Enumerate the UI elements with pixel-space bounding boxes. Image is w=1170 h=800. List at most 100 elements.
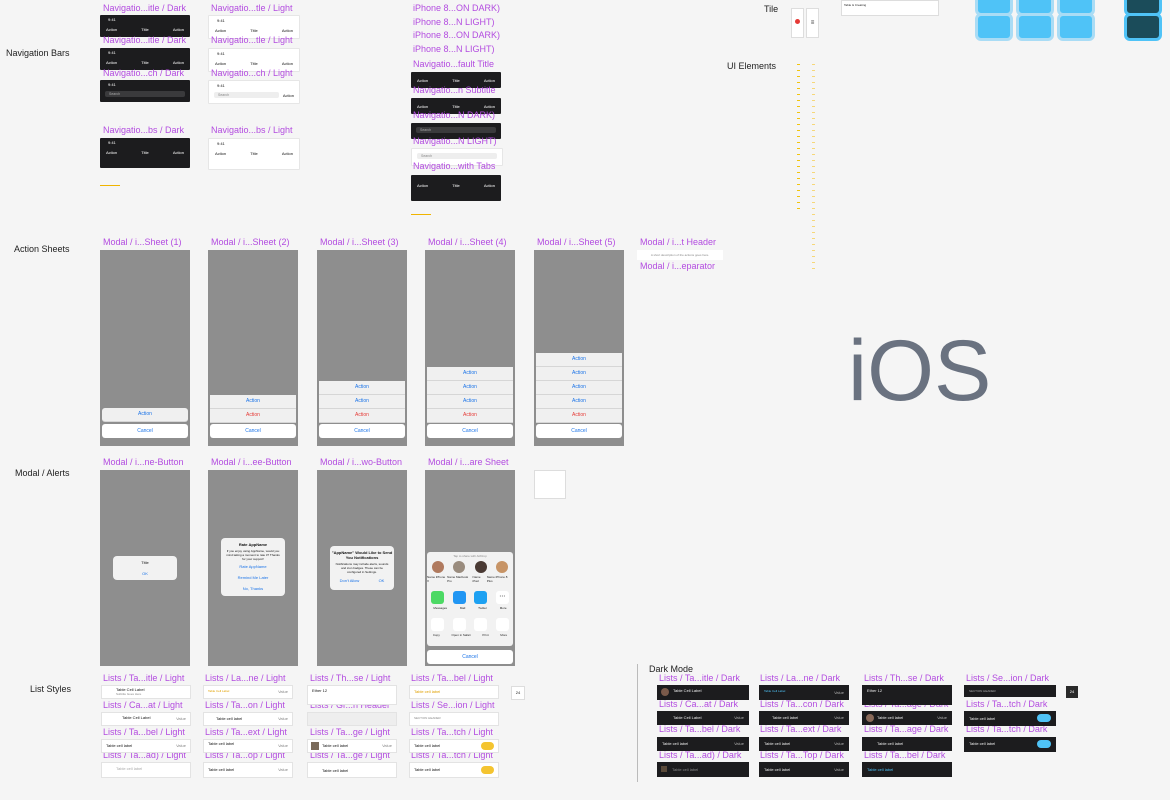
avatar[interactable]	[431, 561, 444, 573]
nav-label: Navigatio...N DARK)	[413, 110, 496, 120]
navbar-dark[interactable]: 9:41 Action Title Action	[100, 15, 190, 37]
action-button[interactable]: Action	[319, 395, 405, 409]
dont-allow-button[interactable]: Don't Allow	[340, 578, 360, 583]
more-icon[interactable]	[495, 618, 509, 631]
list-label: Lists / Ta...Top / Dark	[760, 750, 844, 760]
action-button[interactable]: Action	[427, 381, 513, 395]
cancel-button[interactable]: Cancel	[427, 424, 513, 438]
navbar-with-tabs[interactable]: Action Title Action	[411, 175, 501, 201]
nav-label: Navigatio...ch / Light	[211, 68, 293, 78]
action-label: Modal / i...t Header	[640, 237, 717, 247]
avatar[interactable]	[474, 561, 487, 573]
copy-icon[interactable]	[431, 618, 445, 631]
cancel-button[interactable]: Cancel	[210, 424, 296, 438]
list-item[interactable]: Table Cell Label Value	[101, 712, 191, 726]
list-item[interactable]: Table cell label Value	[657, 737, 749, 751]
list-item[interactable]: Table Cell Label Value	[657, 711, 749, 725]
list-item[interactable]: Table cell label Value	[203, 739, 293, 753]
list-item[interactable]: Ether 12	[307, 685, 397, 705]
more-icon[interactable]: ⋯	[495, 591, 509, 604]
navbar-search-dark[interactable]: 9:41 Search	[100, 80, 190, 102]
list-item[interactable]: Table cell label	[409, 739, 499, 753]
navbar-tabs-light[interactable]: 9:41 Action Title Action	[208, 138, 300, 170]
twitter-icon[interactable]	[474, 591, 488, 604]
list-item[interactable]: Table cell label	[964, 711, 1056, 726]
list-item[interactable]: Table cell label Value	[203, 762, 293, 778]
list-item[interactable]: Table cell label Value	[307, 739, 397, 753]
tile-toggle[interactable]	[791, 8, 804, 38]
nav-label: iPhone 8...N LIGHT)	[413, 17, 495, 27]
action-button[interactable]: Action	[427, 395, 513, 409]
cancel-button[interactable]: Cancel	[536, 424, 622, 438]
list-item[interactable]: Table cell label Value	[203, 712, 293, 726]
list-item[interactable]: Table cell label Value	[862, 711, 952, 725]
action-button[interactable]: Action	[319, 381, 405, 395]
navbar-tabs-dark[interactable]: 9:41 Action Title Action	[100, 138, 190, 168]
cancel-button[interactable]: Cancel	[427, 650, 513, 664]
list-item[interactable]: Table cell label	[964, 737, 1056, 752]
list-item[interactable]: Table cell label Value	[759, 737, 849, 751]
avatar[interactable]	[496, 561, 509, 573]
menu-icon[interactable]: ≡	[806, 8, 819, 38]
thumbnail	[311, 742, 319, 750]
action-button[interactable]: Action	[536, 367, 622, 381]
destructive-action-button[interactable]: Action	[319, 409, 405, 423]
list-item[interactable]: Table Cell Label Subtitle Goes Here	[101, 685, 191, 699]
avatar	[866, 714, 874, 722]
toggle-switch[interactable]	[1037, 714, 1051, 722]
tile[interactable]	[975, 13, 1013, 41]
list-item[interactable]: Table cell label Value	[101, 739, 191, 753]
list-item[interactable]: Table cell label Value	[759, 711, 849, 725]
toggle-switch[interactable]	[1037, 740, 1051, 748]
action-button[interactable]: Action	[210, 395, 296, 409]
print-icon[interactable]	[474, 618, 488, 631]
list-label: Lists / Ta...itle / Light	[103, 673, 185, 683]
tile-dark[interactable]	[1124, 13, 1162, 41]
action-label: Modal / i...Sheet (3)	[320, 237, 399, 247]
action-button[interactable]: Action	[427, 367, 513, 381]
list-item[interactable]: Table cell label	[409, 762, 499, 778]
nav-label: Navigatio...N LIGHT)	[413, 136, 497, 146]
list-item[interactable]: Table cell label Value	[759, 762, 849, 777]
destructive-action-button[interactable]: Action	[536, 409, 622, 423]
ok-button[interactable]: OK	[379, 578, 385, 583]
ok-button[interactable]: OK	[113, 571, 177, 576]
action-button[interactable]: Action	[102, 408, 188, 422]
action-sheet-1: Action Cancel	[100, 250, 190, 446]
rate-button[interactable]: Rate AppName	[221, 564, 285, 569]
safari-icon[interactable]	[452, 618, 466, 631]
list-item[interactable]: Table cell label	[307, 762, 397, 778]
action-button[interactable]: Action	[536, 353, 622, 367]
action-button[interactable]: Action	[536, 395, 622, 409]
destructive-action-button[interactable]: Action	[427, 409, 513, 423]
tile[interactable]	[1016, 13, 1054, 41]
search-field[interactable]: Search	[105, 91, 185, 97]
tile[interactable]	[1057, 13, 1095, 41]
toggle-switch[interactable]	[481, 766, 494, 774]
avatar[interactable]	[453, 561, 466, 573]
list-item[interactable]: Table cell label	[862, 737, 952, 751]
list-item[interactable]: Table Cell Label	[657, 685, 749, 700]
mail-icon[interactable]	[452, 591, 466, 604]
list-item[interactable]: Table Cell Label Value	[759, 685, 849, 700]
toggle-switch[interactable]	[481, 742, 494, 750]
navbar-dark[interactable]: 9:41 Action Title Action	[100, 48, 190, 70]
destructive-action-button[interactable]: Action	[210, 409, 296, 423]
messages-icon[interactable]	[431, 591, 445, 604]
cancel-button[interactable]: Cancel	[102, 424, 188, 438]
list-label: Lists / Ca...at / Light	[103, 700, 183, 710]
remind-later-button[interactable]: Remind Me Later	[221, 575, 285, 580]
section-action-sheets: Action Sheets	[14, 244, 70, 254]
list-item[interactable]: Table Cell Label Value	[203, 685, 293, 699]
list-item[interactable]: Ether 12	[862, 685, 952, 705]
nav-label: iPhone 8...ON DARK)	[413, 3, 501, 13]
action-button[interactable]: Action	[536, 381, 622, 395]
no-thanks-button[interactable]: No, Thanks	[221, 586, 285, 591]
list-item[interactable]: Table cell label	[862, 762, 952, 777]
list-item[interactable]: Table cell label	[101, 762, 191, 778]
navbar-search-light[interactable]: 9:41 Search Action	[208, 80, 300, 104]
list-item[interactable]: Table cell label	[409, 685, 499, 699]
search-field[interactable]: Search	[214, 92, 279, 98]
cancel-button[interactable]: Cancel	[319, 424, 405, 438]
list-item[interactable]: Table cell label	[657, 762, 749, 777]
